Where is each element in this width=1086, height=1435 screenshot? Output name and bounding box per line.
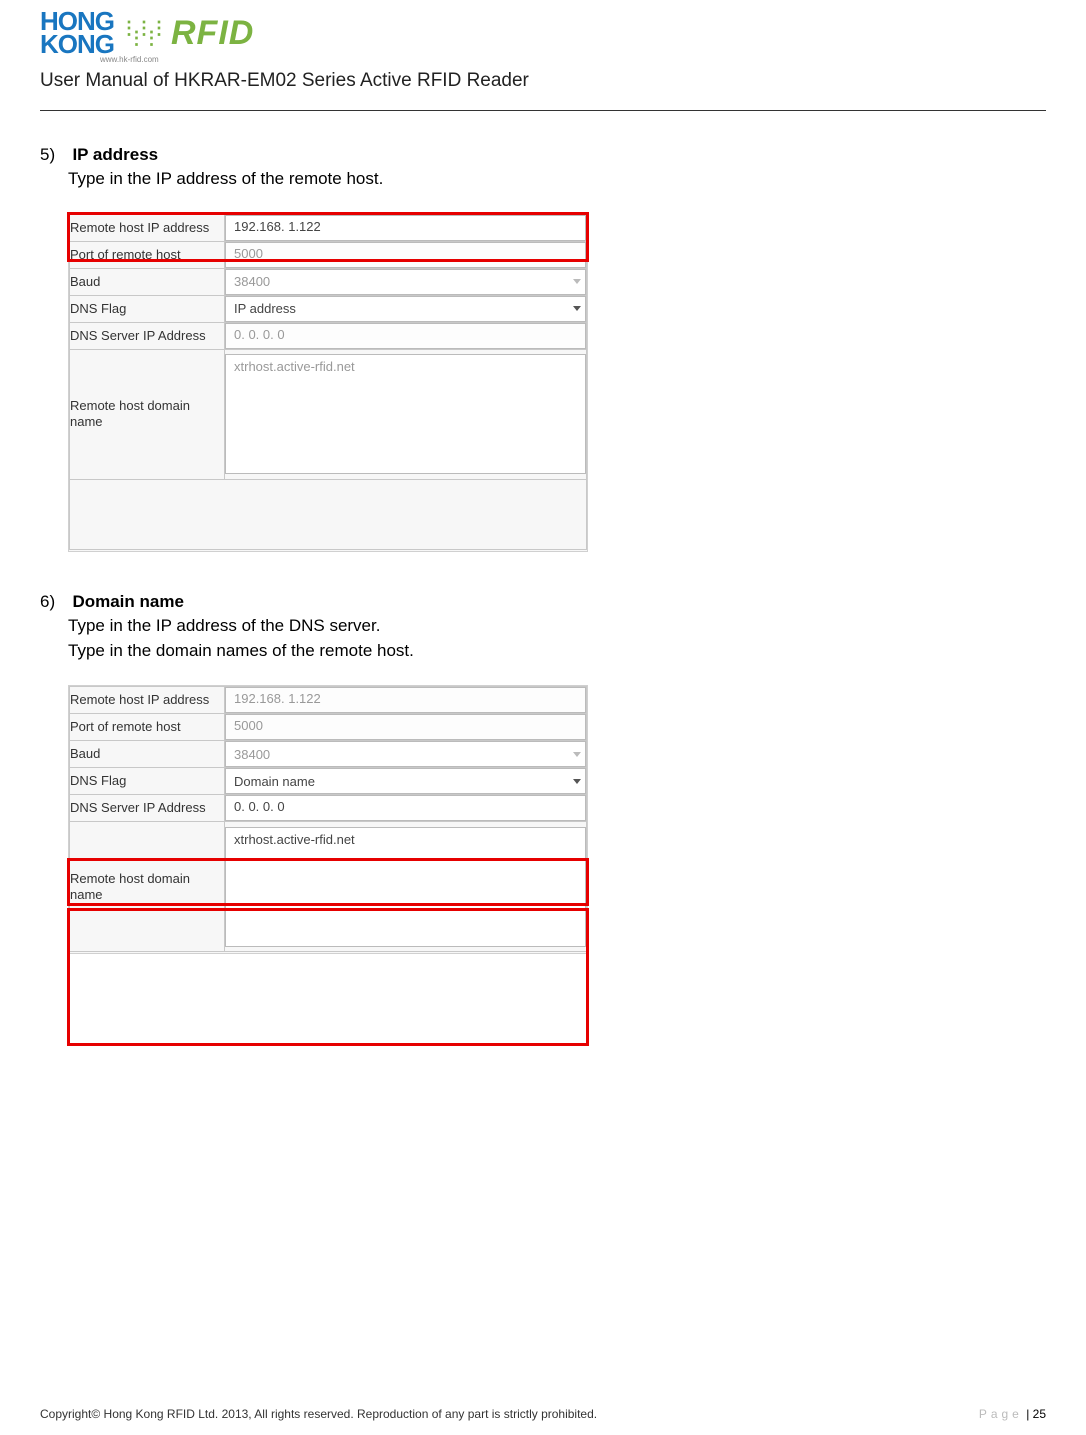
label-remote-ip: Remote host IP address	[70, 687, 225, 714]
chevron-down-icon	[573, 752, 581, 757]
select-dnsflag-value: Domain name	[234, 774, 315, 789]
logo-block: HONG KONG ⋮⋮⋮ ⋮⋮ RFID www.hk-rfid.com	[40, 10, 1046, 64]
section-5-title: IP address	[72, 145, 158, 164]
section-5: 5) IP address Type in the IP address of …	[40, 145, 1046, 552]
chevron-down-icon	[573, 279, 581, 284]
input-port[interactable]: 5000	[225, 714, 586, 740]
label-baud: Baud	[70, 268, 225, 295]
form-spacer	[70, 479, 587, 549]
header-divider	[40, 110, 1046, 111]
select-baud-value: 38400	[234, 747, 270, 762]
section-6-number: 6)	[40, 592, 68, 612]
label-remote-ip: Remote host IP address	[70, 214, 225, 241]
footer-copyright: Copyright© Hong Kong RFID Ltd. 2013, All…	[40, 1407, 597, 1421]
select-baud[interactable]: 38400	[225, 269, 586, 295]
select-dnsflag[interactable]: Domain name	[225, 768, 586, 794]
section-5-number: 5)	[40, 145, 68, 165]
input-port[interactable]: 5000	[225, 242, 586, 268]
label-dnsflag: DNS Flag	[70, 768, 225, 795]
logo-url: www.hk-rfid.com	[100, 55, 1046, 64]
section-6-body2: Type in the domain names of the remote h…	[68, 639, 1046, 663]
input-remote-ip[interactable]: 192.168. 1.122	[225, 215, 586, 241]
footer-page-number: | 25	[1026, 1407, 1046, 1421]
label-port: Port of remote host	[70, 714, 225, 741]
input-remote-ip[interactable]: 192.168. 1.122	[225, 687, 586, 713]
select-dnsflag[interactable]: IP address	[225, 296, 586, 322]
chevron-down-icon	[573, 779, 581, 784]
label-domain: Remote host domain name	[70, 349, 225, 479]
select-dnsflag-value: IP address	[234, 301, 296, 316]
footer-page-label: Page	[979, 1407, 1023, 1421]
label-dnsflag: DNS Flag	[70, 295, 225, 322]
section-6-title: Domain name	[72, 592, 183, 611]
input-dnsserver[interactable]: 0. 0. 0. 0	[225, 323, 586, 349]
select-baud-value: 38400	[234, 274, 270, 289]
textarea-domain[interactable]: xtrhost.active-rfid.net	[225, 827, 586, 947]
section-5-body: Type in the IP address of the remote hos…	[68, 167, 1046, 191]
logo-dots-icon: ⋮⋮	[128, 33, 158, 44]
section-6: 6) Domain name Type in the IP address of…	[40, 592, 1046, 955]
section-6-body1: Type in the IP address of the DNS server…	[68, 614, 1046, 638]
manual-title: User Manual of HKRAR-EM02 Series Active …	[40, 70, 1046, 92]
logo-kong: KONG	[40, 33, 114, 56]
label-port: Port of remote host	[70, 241, 225, 268]
page-footer: Copyright© Hong Kong RFID Ltd. 2013, All…	[40, 1407, 1046, 1421]
chevron-down-icon	[573, 306, 581, 311]
textarea-domain[interactable]: xtrhost.active-rfid.net	[225, 354, 586, 474]
section-6-form: Remote host IP address 192.168. 1.122 Po…	[68, 685, 588, 954]
label-dnsserver: DNS Server IP Address	[70, 795, 225, 822]
label-dnsserver: DNS Server IP Address	[70, 322, 225, 349]
label-domain: Remote host domain name	[70, 822, 225, 952]
section-5-form: Remote host IP address 192.168. 1.122 Po…	[68, 213, 588, 552]
logo-rfid: RFID	[171, 14, 254, 53]
label-baud: Baud	[70, 741, 225, 768]
input-dnsserver[interactable]: 0. 0. 0. 0	[225, 795, 586, 821]
select-baud[interactable]: 38400	[225, 741, 586, 767]
